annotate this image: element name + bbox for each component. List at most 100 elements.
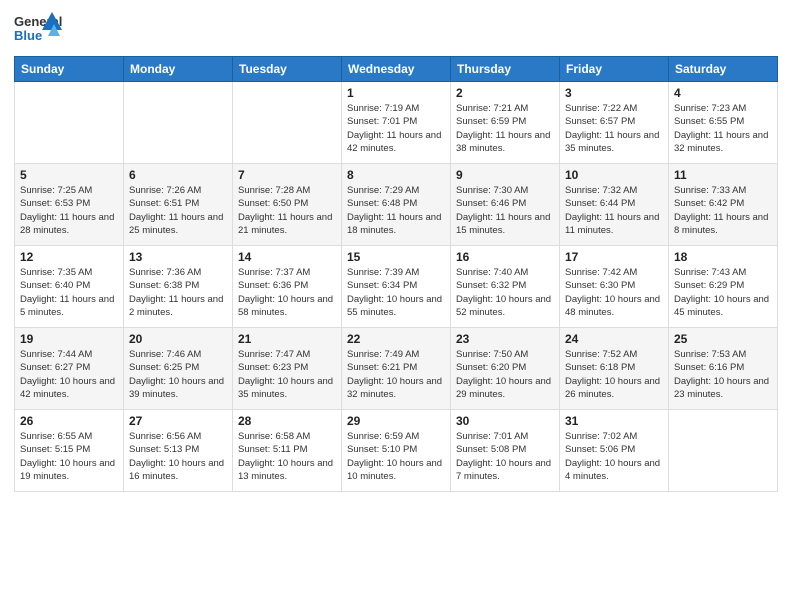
day-number: 2 (456, 86, 554, 100)
calendar-cell: 12 Sunrise: 7:35 AM Sunset: 6:40 PM Dayli… (15, 246, 124, 328)
calendar-cell: 1 Sunrise: 7:19 AM Sunset: 7:01 PM Daylig… (342, 82, 451, 164)
calendar-cell: 17Sunrise: 7:42 AM Sunset: 6:30 PM Dayli… (560, 246, 669, 328)
day-info: Sunrise: 7:36 AM Sunset: 6:38 PM Dayligh… (129, 266, 227, 319)
day-number: 9 (456, 168, 554, 182)
day-number: 10 (565, 168, 663, 182)
day-info: Sunrise: 7:26 AM Sunset: 6:51 PM Dayligh… (129, 184, 227, 237)
calendar-cell: 28 Sunrise: 6:58 AM Sunset: 5:11 PM Dayli… (233, 410, 342, 492)
day-number: 18 (674, 250, 772, 264)
day-number: 22 (347, 332, 445, 346)
calendar-table: SundayMondayTuesdayWednesdayThursdayFrid… (14, 56, 778, 492)
day-number: 13 (129, 250, 227, 264)
calendar-cell (669, 410, 778, 492)
day-number: 5 (20, 168, 118, 182)
calendar-cell: 25 Sunrise: 7:53 AM Sunset: 6:16 PM Dayli… (669, 328, 778, 410)
day-number: 25 (674, 332, 772, 346)
calendar-cell (233, 82, 342, 164)
day-number: 12 (20, 250, 118, 264)
calendar-cell: 3 Sunrise: 7:22 AM Sunset: 6:57 PM Daylig… (560, 82, 669, 164)
day-number: 17 (565, 250, 663, 264)
day-info: Sunrise: 7:40 AM Sunset: 6:32 PM Dayligh… (456, 266, 554, 319)
day-info: Sunrise: 7:39 AM Sunset: 6:34 PM Dayligh… (347, 266, 445, 319)
day-info: Sunrise: 7:21 AM Sunset: 6:59 PM Dayligh… (456, 102, 554, 155)
day-number: 4 (674, 86, 772, 100)
day-info: Sunrise: 7:01 AM Sunset: 5:08 PM Dayligh… (456, 430, 554, 483)
day-info: Sunrise: 7:35 AM Sunset: 6:40 PM Dayligh… (20, 266, 118, 319)
calendar-week-row: 1 Sunrise: 7:19 AM Sunset: 7:01 PM Daylig… (15, 82, 778, 164)
calendar-cell: 29 Sunrise: 6:59 AM Sunset: 5:10 PM Dayli… (342, 410, 451, 492)
calendar-cell: 23Sunrise: 7:50 AM Sunset: 6:20 PM Dayli… (451, 328, 560, 410)
svg-text:Blue: Blue (14, 28, 42, 43)
day-info: Sunrise: 6:58 AM Sunset: 5:11 PM Dayligh… (238, 430, 336, 483)
day-info: Sunrise: 7:33 AM Sunset: 6:42 PM Dayligh… (674, 184, 772, 237)
day-info: Sunrise: 7:25 AM Sunset: 6:53 PM Dayligh… (20, 184, 118, 237)
calendar-header-row: SundayMondayTuesdayWednesdayThursdayFrid… (15, 57, 778, 82)
day-number: 14 (238, 250, 336, 264)
logo: General Blue (14, 10, 62, 48)
calendar-cell: 21Sunrise: 7:47 AM Sunset: 6:23 PM Dayli… (233, 328, 342, 410)
day-number: 6 (129, 168, 227, 182)
day-number: 3 (565, 86, 663, 100)
day-info: Sunrise: 6:55 AM Sunset: 5:15 PM Dayligh… (20, 430, 118, 483)
day-number: 21 (238, 332, 336, 346)
calendar-week-row: 12 Sunrise: 7:35 AM Sunset: 6:40 PM Dayli… (15, 246, 778, 328)
calendar-cell: 2 Sunrise: 7:21 AM Sunset: 6:59 PM Daylig… (451, 82, 560, 164)
day-number: 8 (347, 168, 445, 182)
day-number: 19 (20, 332, 118, 346)
day-number: 26 (20, 414, 118, 428)
day-number: 29 (347, 414, 445, 428)
calendar-cell: 11 Sunrise: 7:33 AM Sunset: 6:42 PM Dayli… (669, 164, 778, 246)
calendar-week-row: 26 Sunrise: 6:55 AM Sunset: 5:15 PM Dayli… (15, 410, 778, 492)
day-info: Sunrise: 7:49 AM Sunset: 6:21 PM Dayligh… (347, 348, 445, 401)
calendar-cell: 7 Sunrise: 7:28 AM Sunset: 6:50 PM Daylig… (233, 164, 342, 246)
day-info: Sunrise: 7:32 AM Sunset: 6:44 PM Dayligh… (565, 184, 663, 237)
calendar-cell: 26 Sunrise: 6:55 AM Sunset: 5:15 PM Dayli… (15, 410, 124, 492)
weekday-header: Wednesday (342, 57, 451, 82)
day-info: Sunrise: 7:46 AM Sunset: 6:25 PM Dayligh… (129, 348, 227, 401)
day-number: 31 (565, 414, 663, 428)
calendar-cell: 16 Sunrise: 7:40 AM Sunset: 6:32 PM Dayli… (451, 246, 560, 328)
day-info: Sunrise: 7:29 AM Sunset: 6:48 PM Dayligh… (347, 184, 445, 237)
calendar-week-row: 5 Sunrise: 7:25 AM Sunset: 6:53 PM Daylig… (15, 164, 778, 246)
day-number: 23 (456, 332, 554, 346)
day-info: Sunrise: 7:22 AM Sunset: 6:57 PM Dayligh… (565, 102, 663, 155)
calendar-cell: 9 Sunrise: 7:30 AM Sunset: 6:46 PM Daylig… (451, 164, 560, 246)
day-number: 1 (347, 86, 445, 100)
day-number: 27 (129, 414, 227, 428)
calendar-cell: 5 Sunrise: 7:25 AM Sunset: 6:53 PM Daylig… (15, 164, 124, 246)
calendar-cell (15, 82, 124, 164)
calendar-cell: 19 Sunrise: 7:44 AM Sunset: 6:27 PM Dayli… (15, 328, 124, 410)
day-info: Sunrise: 7:19 AM Sunset: 7:01 PM Dayligh… (347, 102, 445, 155)
day-info: Sunrise: 7:44 AM Sunset: 6:27 PM Dayligh… (20, 348, 118, 401)
day-info: Sunrise: 7:37 AM Sunset: 6:36 PM Dayligh… (238, 266, 336, 319)
day-number: 30 (456, 414, 554, 428)
calendar-cell: 8 Sunrise: 7:29 AM Sunset: 6:48 PM Daylig… (342, 164, 451, 246)
calendar-cell: 14 Sunrise: 7:37 AM Sunset: 6:36 PM Dayli… (233, 246, 342, 328)
calendar-cell: 10 Sunrise: 7:32 AM Sunset: 6:44 PM Dayli… (560, 164, 669, 246)
calendar-cell: 15 Sunrise: 7:39 AM Sunset: 6:34 PM Dayli… (342, 246, 451, 328)
calendar-cell: 6 Sunrise: 7:26 AM Sunset: 6:51 PM Daylig… (124, 164, 233, 246)
calendar-cell: 18Sunrise: 7:43 AM Sunset: 6:29 PM Dayli… (669, 246, 778, 328)
calendar-cell: 22 Sunrise: 7:49 AM Sunset: 6:21 PM Dayli… (342, 328, 451, 410)
day-info: Sunrise: 6:59 AM Sunset: 5:10 PM Dayligh… (347, 430, 445, 483)
day-info: Sunrise: 7:52 AM Sunset: 6:18 PM Dayligh… (565, 348, 663, 401)
weekday-header: Tuesday (233, 57, 342, 82)
weekday-header: Monday (124, 57, 233, 82)
day-number: 28 (238, 414, 336, 428)
calendar-cell: 30 Sunrise: 7:01 AM Sunset: 5:08 PM Dayli… (451, 410, 560, 492)
day-info: Sunrise: 7:30 AM Sunset: 6:46 PM Dayligh… (456, 184, 554, 237)
calendar-cell: 13 Sunrise: 7:36 AM Sunset: 6:38 PM Dayli… (124, 246, 233, 328)
calendar-cell (124, 82, 233, 164)
weekday-header: Friday (560, 57, 669, 82)
day-number: 7 (238, 168, 336, 182)
day-number: 11 (674, 168, 772, 182)
day-info: Sunrise: 7:02 AM Sunset: 5:06 PM Dayligh… (565, 430, 663, 483)
weekday-header: Sunday (15, 57, 124, 82)
day-number: 16 (456, 250, 554, 264)
day-number: 15 (347, 250, 445, 264)
day-number: 24 (565, 332, 663, 346)
calendar-cell: 27Sunrise: 6:56 AM Sunset: 5:13 PM Dayli… (124, 410, 233, 492)
day-info: Sunrise: 7:28 AM Sunset: 6:50 PM Dayligh… (238, 184, 336, 237)
day-info: Sunrise: 7:53 AM Sunset: 6:16 PM Dayligh… (674, 348, 772, 401)
day-number: 20 (129, 332, 227, 346)
